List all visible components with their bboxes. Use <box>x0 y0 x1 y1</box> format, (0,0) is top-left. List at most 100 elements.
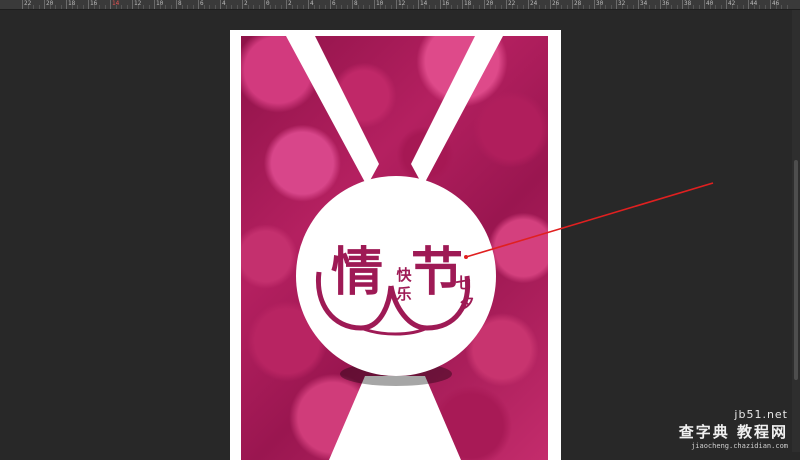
ruler-major-tick <box>726 0 727 9</box>
ruler-minor-tick <box>82 5 84 9</box>
ruler-minor-tick <box>676 5 678 9</box>
poster-artwork: 情 节 快 乐 七 夕 <box>286 36 503 460</box>
title-left-char: 情 <box>331 242 383 303</box>
ruler-label: 0 <box>266 0 270 7</box>
ruler-label: 20 <box>46 0 54 7</box>
ruler-major-tick <box>682 0 683 9</box>
ruler-minor-tick <box>605 5 606 9</box>
ruler-minor-tick <box>231 5 232 9</box>
ruler-minor-tick <box>319 5 320 9</box>
ruler-label: 10 <box>376 0 384 7</box>
ruler-label: 8 <box>354 0 358 7</box>
ruler-major-tick <box>396 0 397 9</box>
ruler-minor-tick <box>429 5 430 9</box>
title-right-char: 节 <box>411 242 463 303</box>
bottom-triangle <box>329 376 461 460</box>
ruler-minor-tick <box>566 5 568 9</box>
ruler-label: 28 <box>574 0 582 7</box>
ruler-label: 22 <box>24 0 32 7</box>
ruler-major-tick <box>616 0 617 9</box>
ruler-label: 16 <box>442 0 450 7</box>
ruler-label: 40 <box>706 0 714 7</box>
ruler-minor-tick <box>720 5 722 9</box>
ruler-minor-tick <box>456 5 458 9</box>
ruler-minor-tick <box>632 5 634 9</box>
ruler-minor-tick <box>544 5 546 9</box>
ruler-minor-tick <box>38 5 40 9</box>
ruler-minor-tick <box>500 5 502 9</box>
vertical-scrollbar[interactable] <box>792 10 800 452</box>
ruler-minor-tick <box>214 5 216 9</box>
ruler-major-tick <box>242 0 243 9</box>
ruler-minor-tick <box>192 5 194 9</box>
ruler-major-tick <box>352 0 353 9</box>
ruler-major-tick <box>88 0 89 9</box>
ruler-label: 12 <box>398 0 406 7</box>
ruler-minor-tick <box>561 5 562 9</box>
ruler-label: 22 <box>508 0 516 7</box>
ruler-minor-tick <box>390 5 392 9</box>
ruler-minor-tick <box>385 5 386 9</box>
ruler-major-tick <box>550 0 551 9</box>
ruler-minor-tick <box>126 5 128 9</box>
ruler-label: 46 <box>772 0 780 7</box>
top-ruler[interactable]: 22 20 18 16 14 12 10 8 6 4 2 0 2 4 6 8 10 12 14 16 18 20 22 24 2… <box>0 0 800 10</box>
ruler-label: 2 <box>288 0 292 7</box>
ruler-label: 42 <box>728 0 736 7</box>
ruler-major-tick <box>308 0 309 9</box>
ruler-minor-tick <box>539 5 540 9</box>
ruler-minor-tick <box>522 5 524 9</box>
ruler-major-tick <box>440 0 441 9</box>
ruler-minor-tick <box>583 5 584 9</box>
ruler-minor-tick <box>698 5 700 9</box>
scrollbar-thumb[interactable] <box>794 160 798 380</box>
ruler-minor-tick <box>99 5 100 9</box>
ruler-minor-tick <box>517 5 518 9</box>
ruler-label: 12 <box>134 0 142 7</box>
document-canvas[interactable]: 情 节 快 乐 七 夕 <box>230 30 561 460</box>
ruler-label: 44 <box>750 0 758 7</box>
ruler-label: 16 <box>90 0 98 7</box>
ruler-label: 2 <box>244 0 248 7</box>
ruler-minor-tick <box>407 5 408 9</box>
ruler-major-tick <box>330 0 331 9</box>
ruler-major-tick <box>770 0 771 9</box>
ruler-label: 24 <box>530 0 538 7</box>
ruler-label: 6 <box>200 0 204 7</box>
ruler-label: 10 <box>156 0 164 7</box>
ruler-label: 8 <box>178 0 182 7</box>
ruler-major-tick <box>44 0 45 9</box>
ruler-major-tick <box>660 0 661 9</box>
ruler-major-tick <box>132 0 133 9</box>
ruler-minor-tick <box>121 5 122 9</box>
ruler-minor-tick <box>143 5 144 9</box>
ruler-minor-tick <box>302 5 304 9</box>
sub-left-char-2: 乐 <box>396 285 411 303</box>
ruler-major-tick <box>286 0 287 9</box>
ruler-minor-tick <box>55 5 56 9</box>
ruler-minor-tick <box>258 5 260 9</box>
ruler-minor-tick <box>473 5 474 9</box>
site-watermark: jb51.net 查字典 教程网 jiaocheng.chazidian.com <box>679 408 788 450</box>
ruler-minor-tick <box>368 5 370 9</box>
ruler-minor-tick <box>363 5 364 9</box>
ruler-minor-tick <box>742 5 744 9</box>
ruler-label: 14 <box>420 0 428 7</box>
sub-left-char-1: 快 <box>396 266 412 284</box>
ruler-label: 38 <box>684 0 692 7</box>
ruler-major-tick <box>374 0 375 9</box>
ruler-minor-tick <box>715 5 716 9</box>
ruler-label: 26 <box>552 0 560 7</box>
ruler-major-tick <box>176 0 177 9</box>
ruler-major-tick <box>528 0 529 9</box>
rose-petal-background: 情 节 快 乐 七 夕 <box>241 36 548 460</box>
ruler-label: 32 <box>618 0 626 7</box>
ruler-major-tick <box>264 0 265 9</box>
ruler-label: 18 <box>464 0 472 7</box>
watermark-domain: jb51.net <box>734 408 788 421</box>
ruler-minor-tick <box>275 5 276 9</box>
ruler-minor-tick <box>187 5 188 9</box>
ruler-label: 20 <box>486 0 494 7</box>
ruler-minor-tick <box>649 5 650 9</box>
ruler-label: 4 <box>310 0 314 7</box>
